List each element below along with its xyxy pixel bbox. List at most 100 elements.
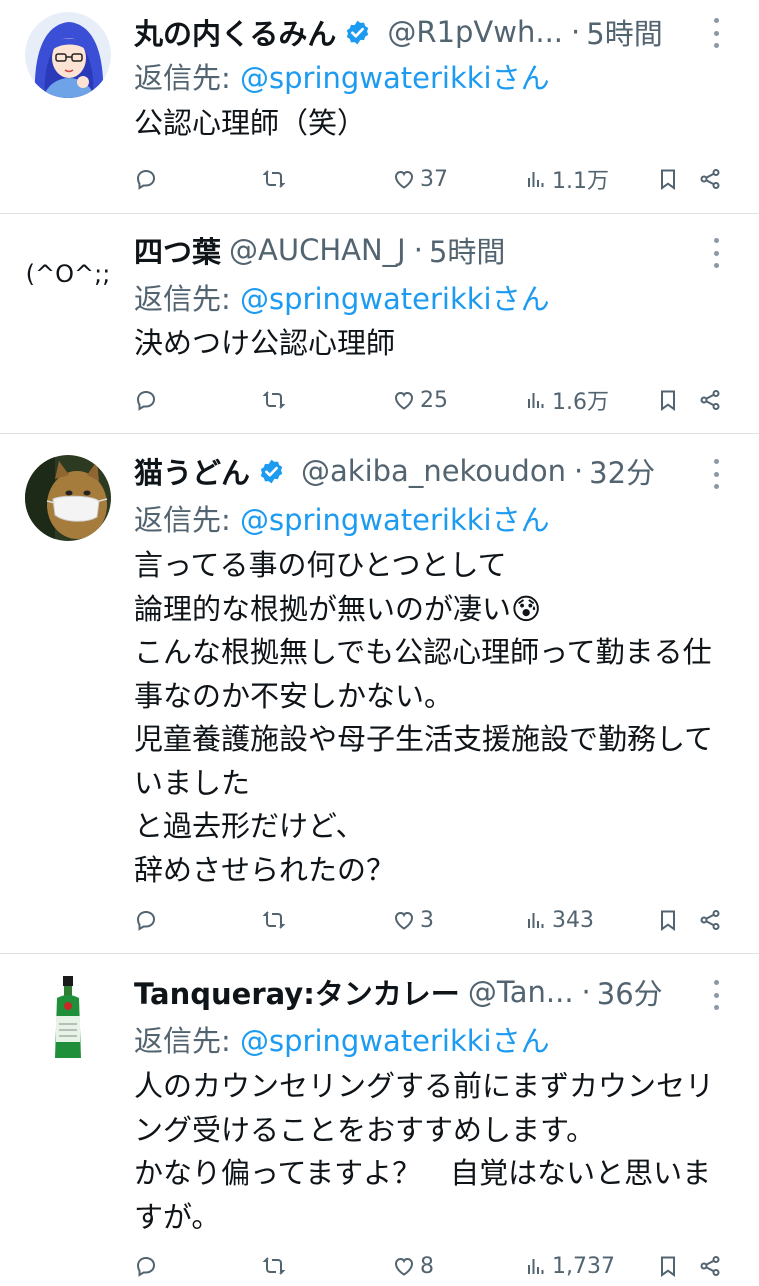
like-count: 25 <box>420 387 448 413</box>
bookmark-icon <box>661 390 675 411</box>
more-options-icon[interactable] <box>708 459 724 489</box>
view-count: 1.1万 <box>552 169 609 194</box>
separator-dot: · <box>413 233 423 267</box>
views-button[interactable]: 1.6万 <box>524 380 609 420</box>
more-options-icon[interactable] <box>708 18 724 48</box>
timestamp[interactable]: 32分 <box>589 451 655 491</box>
bookmark-button[interactable] <box>656 1246 680 1286</box>
reply-to: 返信先: @springwaterikkiさん <box>134 276 550 318</box>
separator-dot: · <box>571 15 581 49</box>
heart-icon <box>394 170 414 189</box>
bookmark-icon <box>661 910 675 931</box>
avatar[interactable]: (^O^;; <box>25 226 111 312</box>
timestamp[interactable]: 36分 <box>597 972 663 1012</box>
like-count: 37 <box>420 166 448 192</box>
retweet-icon <box>262 170 286 188</box>
share-icon <box>700 390 720 410</box>
tweet[interactable]: 猫うどん @akiba_nekoudon · 32分 返信先: @springw… <box>0 434 759 953</box>
heart-icon <box>394 391 414 410</box>
share-button[interactable] <box>698 1246 722 1286</box>
bookmark-button[interactable] <box>656 159 680 199</box>
reply-to-label: 返信先: <box>134 282 240 316</box>
more-options-icon[interactable] <box>708 238 724 268</box>
view-count: 343 <box>552 907 594 933</box>
bookmark-button[interactable] <box>656 380 680 420</box>
avatar[interactable] <box>25 12 111 98</box>
more-options-icon[interactable] <box>708 980 724 1010</box>
share-button[interactable] <box>698 159 722 199</box>
tweet[interactable]: 丸の内くるみん @R1pVwh... · 5時間 返信先: @springwat… <box>0 0 759 213</box>
timestamp[interactable]: 5時間 <box>586 12 662 52</box>
heart-icon <box>394 911 414 930</box>
reply-button[interactable] <box>134 1246 162 1286</box>
share-button[interactable] <box>698 380 722 420</box>
display-name[interactable]: Tanqueray:タンカレー <box>134 972 460 1012</box>
retweet-button[interactable] <box>262 380 290 420</box>
verified-badge-icon <box>260 459 283 483</box>
views-chart-icon <box>528 172 544 187</box>
like-button[interactable]: 3 <box>392 900 434 940</box>
heart-icon <box>394 1257 414 1276</box>
action-bar: 37 1.1万 <box>134 159 724 199</box>
tweet[interactable]: (^O^;; 四つ葉 @AUCHAN_J · 5時間 返信先: @springw… <box>0 214 759 433</box>
tweet-text: 公認心理師（笑） <box>134 106 367 140</box>
reply-icon <box>136 169 156 190</box>
like-count: 3 <box>420 907 434 933</box>
gin-bottle-avatar-icon <box>25 972 111 1062</box>
like-button[interactable]: 8 <box>392 1246 434 1286</box>
view-count: 1.6万 <box>552 390 609 415</box>
display-name[interactable]: 丸の内くるみん <box>134 12 336 52</box>
action-bar: 25 1.6万 <box>134 380 724 420</box>
share-button[interactable] <box>698 900 722 940</box>
action-bar: 3 343 <box>134 900 724 940</box>
bookmark-button[interactable] <box>656 900 680 940</box>
reply-to-label: 返信先: <box>134 1024 240 1058</box>
separator-dot: · <box>573 454 584 488</box>
bookmark-icon <box>661 1256 675 1277</box>
reply-icon <box>136 1256 156 1277</box>
avatar[interactable] <box>25 972 111 1062</box>
share-icon <box>700 169 720 189</box>
handle[interactable]: @R1pVwh... <box>387 15 563 49</box>
tweet[interactable]: Tanqueray:タンカレー @Tan... · 36分 返信先: @spri… <box>0 954 759 1280</box>
display-name[interactable]: 猫うどん <box>134 451 250 491</box>
reply-to-handle-link[interactable]: @springwaterikkiさん <box>240 282 550 316</box>
views-button[interactable]: 343 <box>524 900 594 940</box>
cat-with-mask-avatar-icon <box>25 455 111 541</box>
retweet-icon <box>262 1257 286 1275</box>
view-count: 1,737 <box>552 1253 615 1279</box>
reply-button[interactable] <box>134 380 162 420</box>
views-button[interactable]: 1.1万 <box>524 159 609 199</box>
reply-button[interactable] <box>134 900 162 940</box>
retweet-icon <box>262 911 286 929</box>
reply-to-handle-link[interactable]: @springwaterikkiさん <box>240 61 550 95</box>
reply-to-handle-link[interactable]: @springwaterikkiさん <box>240 503 550 537</box>
views-chart-icon <box>528 1259 544 1274</box>
svg-text:(^O^;;: (^O^;; <box>26 260 111 288</box>
emoticon-avatar-icon: (^O^;; <box>25 226 111 312</box>
views-button[interactable]: 1,737 <box>524 1246 615 1286</box>
bookmark-icon <box>661 169 675 190</box>
handle[interactable]: @Tan... <box>468 975 574 1009</box>
retweet-button[interactable] <box>262 900 290 940</box>
separator-dot: · <box>581 975 591 1009</box>
share-icon <box>700 910 720 930</box>
reply-to: 返信先: @springwaterikkiさん <box>134 55 550 97</box>
avatar[interactable] <box>25 455 111 541</box>
like-button[interactable]: 37 <box>392 159 448 199</box>
retweet-button[interactable] <box>262 159 290 199</box>
like-button[interactable]: 25 <box>392 380 448 420</box>
display-name[interactable]: 四つ葉 <box>134 230 221 270</box>
like-count: 8 <box>420 1253 434 1279</box>
timestamp[interactable]: 5時間 <box>429 230 505 270</box>
tweet-text: 人のカウンセリングする前にまずカウンセリング受けることをおすすめします。 かなり… <box>134 1069 715 1234</box>
retweet-button[interactable] <box>262 1246 290 1286</box>
reply-button[interactable] <box>134 159 162 199</box>
reply-to-handle-link[interactable]: @springwaterikkiさん <box>240 1024 550 1058</box>
handle[interactable]: @akiba_nekoudon <box>301 454 566 488</box>
handle[interactable]: @AUCHAN_J <box>229 233 406 267</box>
tweet-text: 言ってる事の何ひとつとして 論理的な根拠が無いのが凄い😰 こんな根拠無しでも公認… <box>134 548 714 887</box>
views-chart-icon <box>528 393 544 408</box>
reply-to: 返信先: @springwaterikkiさん <box>134 497 550 539</box>
action-bar: 8 1,737 <box>134 1246 724 1286</box>
